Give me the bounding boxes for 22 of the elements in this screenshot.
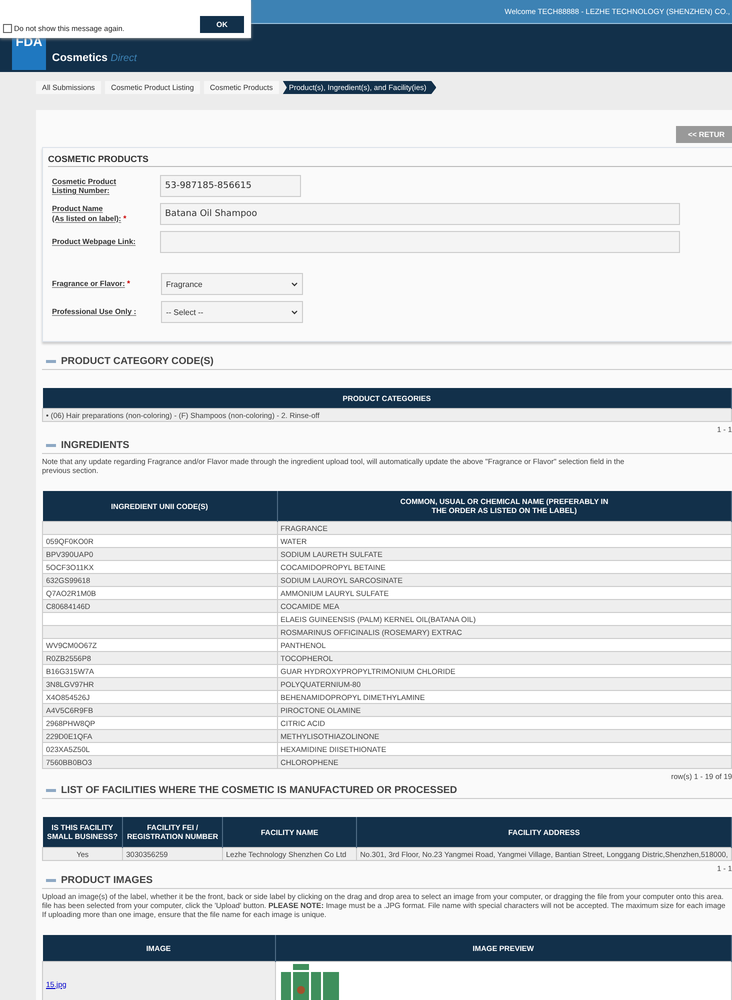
dropdown[interactable]: -- Select --	[161, 301, 303, 323]
collapse-icon[interactable]	[46, 360, 56, 363]
collapse-icon[interactable]	[46, 879, 56, 882]
dropdown[interactable]: Fragrance	[161, 273, 303, 295]
required-mark: *	[127, 279, 130, 288]
input-field[interactable]: Batana Oil Shampoo	[160, 203, 680, 225]
card-title: COSMETIC PRODUCTS	[48, 154, 732, 167]
collapse-icon[interactable]	[46, 789, 56, 792]
chevron-down-icon	[291, 310, 298, 314]
section-title: PRODUCT IMAGES	[61, 875, 153, 886]
chevron-down-icon	[291, 282, 298, 286]
logo-subtitle: Direct	[110, 53, 137, 64]
checkbox[interactable]	[3, 24, 12, 33]
logo-title: Cosmetics	[52, 52, 108, 64]
collapse-icon[interactable]	[46, 444, 56, 447]
input-field[interactable]	[160, 231, 680, 253]
required-mark: *	[123, 214, 126, 223]
package-drawing	[280, 964, 340, 1000]
input-field[interactable]: 53-987185-856615	[160, 175, 301, 197]
section-title: INGREDIENTS	[61, 440, 130, 451]
section-title: LIST OF FACILITIES WHERE THE COSMETIC IS MANUFACTURED OR PROCESSED	[61, 785, 458, 796]
section-title: PRODUCT CATEGORY CODE(S)	[61, 356, 214, 367]
